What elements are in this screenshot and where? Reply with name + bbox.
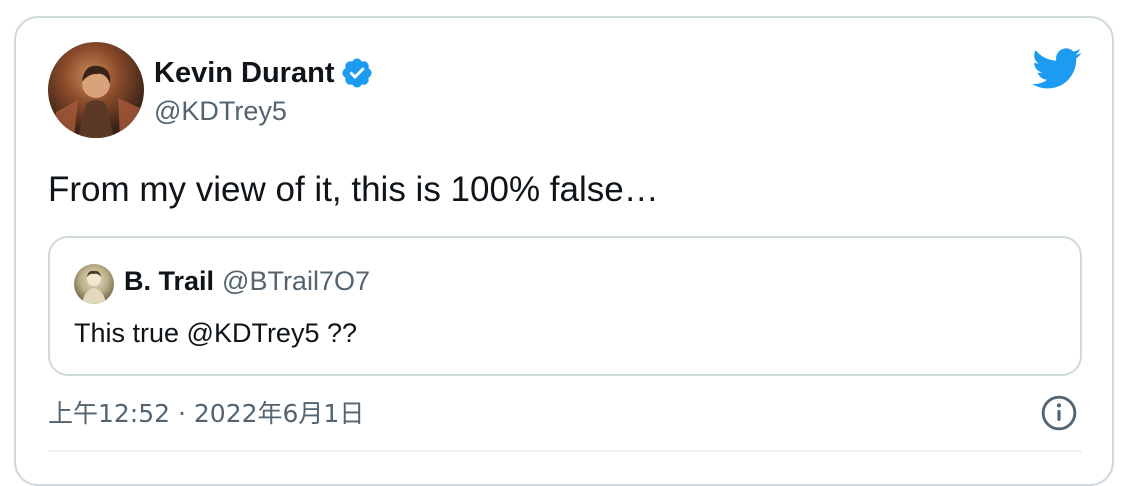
verified-badge-icon	[342, 58, 373, 88]
quoted-avatar-illustration	[82, 270, 106, 304]
author-name-row: Kevin Durant	[154, 54, 374, 92]
quoted-author-row: B. Trail @BTrail7O7	[124, 266, 370, 297]
tweet-card: Kevin Durant @KDTrey5 From my view of it…	[14, 16, 1114, 486]
quoted-author-name[interactable]: B. Trail	[124, 266, 214, 297]
quoted-author-avatar[interactable]	[74, 264, 114, 304]
tweet-timestamp[interactable]: 上午12:52 · 2022年6月1日	[48, 394, 364, 430]
author-name[interactable]: Kevin Durant	[154, 57, 334, 90]
author-handle[interactable]: @KDTrey5	[154, 96, 374, 127]
twitter-bird-icon[interactable]	[1032, 48, 1082, 90]
quoted-tweet[interactable]: B. Trail @BTrail7O7 This true @KDTrey5 ?…	[48, 236, 1082, 376]
info-icon[interactable]	[1040, 394, 1078, 432]
avatar-illustration	[52, 65, 142, 138]
author-info: Kevin Durant @KDTrey5	[154, 54, 374, 127]
author-avatar[interactable]	[48, 42, 144, 138]
tweet-text: From my view of it, this is 100% false…	[48, 170, 659, 209]
quoted-tweet-text: This true @KDTrey5 ??	[74, 318, 357, 348]
quoted-author-handle[interactable]: @BTrail7O7	[222, 266, 370, 297]
divider	[48, 450, 1082, 452]
